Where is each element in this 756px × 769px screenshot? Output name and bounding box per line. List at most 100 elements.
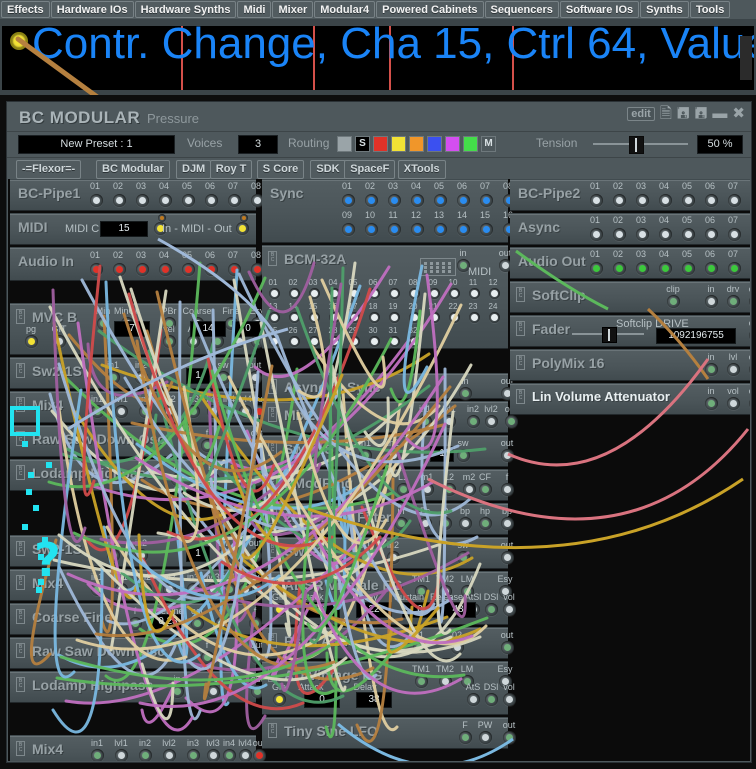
jack-port[interactable] (289, 288, 300, 299)
jack-port[interactable] (636, 194, 649, 207)
bank-tab-bc-modular[interactable]: BC Modular (96, 160, 170, 179)
menu-item-midi[interactable]: Midi (237, 1, 271, 18)
module-lin-volume-attenuator[interactable]: BCLin Volume Attenuatorinvolout (510, 383, 750, 415)
module-sw2-1s[interactable]: BCSw2-1Sin1in2swout1 (262, 435, 508, 467)
jack-port[interactable] (727, 397, 740, 410)
routing-swatch-4[interactable] (427, 136, 442, 152)
menu-item-software-ios[interactable]: Software IOs (560, 1, 639, 18)
jack-port[interactable] (485, 603, 498, 616)
module-coarse-fine[interactable]: BCCoarse FinefDetuneoctsf0.23 (10, 603, 256, 635)
jack-port[interactable] (682, 262, 695, 275)
jack-port[interactable] (705, 262, 718, 275)
module-2pole-low-filter[interactable]: BC2Pole Low FilterinFcQbphpbp (262, 503, 508, 535)
jack-port[interactable] (182, 263, 195, 276)
module-raw-saw-down-osc[interactable]: BCRaw Saw Down Oscfout (10, 637, 256, 669)
jack-port[interactable] (434, 194, 447, 207)
jack-port[interactable] (139, 749, 152, 761)
jack-port[interactable] (728, 228, 741, 241)
jack-port[interactable] (113, 263, 126, 276)
jack-port[interactable] (369, 336, 380, 347)
save-as-icon[interactable]: 🖪 (695, 106, 708, 121)
jack-port[interactable] (387, 551, 400, 564)
jack-port[interactable] (503, 693, 516, 706)
jack-port[interactable] (163, 335, 176, 348)
jack-port[interactable] (480, 194, 493, 207)
jack-port[interactable] (359, 449, 372, 462)
routing-swatch-1[interactable] (373, 136, 388, 152)
banner-scroll-block[interactable] (740, 36, 752, 80)
jack-port[interactable] (389, 312, 400, 323)
jack-port[interactable] (329, 336, 340, 347)
module-mvc-b[interactable]: BCMVC BMinMinChPBrCoarseFineEsypgGITvelA… (10, 303, 256, 355)
bank-tab-roy-t[interactable]: Roy T (210, 160, 253, 179)
jack-port[interactable] (187, 749, 200, 761)
tension-value[interactable]: 50 % (697, 135, 743, 154)
jack-port[interactable] (205, 194, 218, 207)
jack-port[interactable] (236, 222, 249, 235)
routing-swatch-5[interactable] (445, 136, 460, 152)
module-bc-pipe2[interactable]: BC-Pipe20102030405060708 (510, 179, 750, 211)
jack-port[interactable] (457, 551, 470, 564)
value-field[interactable]: 1092196755 (656, 328, 736, 344)
value-field[interactable]: 48 (440, 602, 476, 618)
jack-port[interactable] (501, 551, 514, 564)
jack-port[interactable] (90, 263, 103, 276)
jack-port[interactable] (329, 312, 340, 323)
jack-port[interactable] (501, 483, 514, 496)
jack-port[interactable] (97, 317, 110, 330)
jack-port[interactable] (25, 335, 38, 348)
jack-port[interactable] (273, 693, 286, 706)
jack-port[interactable] (457, 223, 470, 236)
jack-port[interactable] (459, 731, 472, 744)
jack-port[interactable] (469, 312, 480, 323)
jack-port[interactable] (249, 371, 262, 384)
jack-port[interactable] (53, 335, 66, 348)
jack-port[interactable] (443, 415, 456, 428)
jack-port[interactable] (223, 583, 236, 596)
jack-port[interactable] (421, 483, 434, 496)
jack-port[interactable] (429, 312, 440, 323)
jack-port[interactable] (139, 583, 152, 596)
value-field[interactable]: 0 (402, 602, 438, 618)
jack-port[interactable] (411, 194, 424, 207)
jack-port[interactable] (728, 194, 741, 207)
jack-port[interactable] (187, 405, 200, 418)
jack-port[interactable] (269, 288, 280, 299)
jack-port[interactable] (449, 288, 460, 299)
jack-port[interactable] (91, 405, 104, 418)
value-field[interactable]: 0 (304, 602, 340, 618)
jack-port[interactable] (749, 397, 750, 410)
value-field[interactable]: 1 (430, 446, 454, 462)
jack-port[interactable] (249, 549, 262, 562)
jack-port[interactable] (727, 363, 740, 376)
jack-port[interactable] (467, 415, 480, 428)
midi-monitor-screen[interactable]: Contr. Change, Cha 15, Ctrl 64, Value 0 (2, 26, 754, 90)
jack-port[interactable] (388, 223, 401, 236)
jack-port[interactable] (201, 651, 214, 664)
jack-port[interactable] (636, 228, 649, 241)
menu-item-mixer[interactable]: Mixer (272, 1, 313, 18)
jack-port[interactable] (388, 194, 401, 207)
jack-port[interactable] (659, 228, 672, 241)
jack-port[interactable] (469, 288, 480, 299)
jack-port[interactable] (107, 549, 120, 562)
jack-port[interactable] (342, 194, 355, 207)
module-tiny-sine-lfo[interactable]: BCTiny Sine LFOFPWout (262, 717, 508, 749)
bank-tab-sdk[interactable]: SDK (310, 160, 345, 179)
jack-port[interactable] (409, 336, 420, 347)
jack-port[interactable] (135, 371, 148, 384)
jack-port[interactable] (359, 551, 372, 564)
jack-port[interactable] (479, 483, 492, 496)
value-field[interactable]: 0.23 (150, 614, 186, 630)
jack-port[interactable] (419, 517, 432, 530)
jack-port[interactable] (342, 223, 355, 236)
bank-tab-djm[interactable]: DJM (176, 160, 211, 179)
jack-port[interactable] (387, 449, 400, 462)
module-midi[interactable]: MIDIMIDI ChIn - MIDI - Out15 (10, 213, 256, 245)
module-sync[interactable]: Sync01020304050607080910111213141516 (262, 179, 508, 243)
edit-button[interactable]: edit (627, 107, 655, 121)
menu-item-synths[interactable]: Synths (640, 1, 689, 18)
jack-port[interactable] (489, 312, 500, 323)
jack-port[interactable] (485, 693, 498, 706)
jack-port[interactable] (749, 329, 750, 342)
